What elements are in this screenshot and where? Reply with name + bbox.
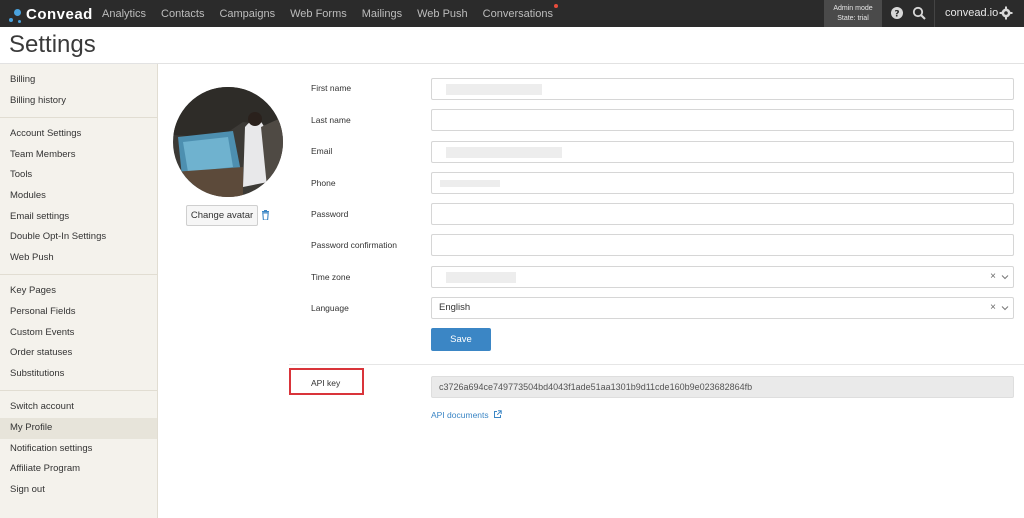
redacted-value (440, 180, 500, 187)
account-site-name[interactable]: convead.io (945, 0, 998, 27)
sidebar-item-web-push[interactable]: Web Push (0, 248, 157, 269)
nav-campaigns[interactable]: Campaigns (219, 8, 275, 20)
api-key-label: API key (311, 378, 341, 388)
sidebar-item-billing-history[interactable]: Billing history (0, 91, 157, 112)
first-name-label: First name (311, 83, 352, 93)
logo-mark-icon (8, 3, 24, 25)
chevron-down-icon[interactable] (1001, 304, 1009, 312)
sidebar-item-personal-fields[interactable]: Personal Fields (0, 302, 157, 323)
email-field[interactable] (431, 141, 1014, 163)
nav-conversations-label: Conversations (482, 7, 553, 20)
phone-field[interactable] (431, 172, 1014, 194)
sidebar-item-notification-settings[interactable]: Notification settings (0, 439, 157, 460)
notification-dot (553, 3, 558, 8)
sidebar-item-team-members[interactable]: Team Members (0, 145, 157, 166)
sidebar-item-tools[interactable]: Tools (0, 165, 157, 186)
redacted-value (446, 84, 542, 95)
sidebar-group-data: Key Pages Personal Fields Custom Events … (0, 275, 157, 392)
sidebar-item-billing[interactable]: Billing (0, 70, 157, 91)
clear-icon[interactable]: × (990, 267, 996, 287)
sidebar-item-key-pages[interactable]: Key Pages (0, 281, 157, 302)
nav-web-forms[interactable]: Web Forms (290, 8, 347, 20)
password-label: Password (311, 209, 349, 219)
time-zone-select[interactable]: × (431, 266, 1014, 288)
api-documents-link[interactable]: API documents (431, 410, 502, 420)
svg-text:?: ? (894, 10, 899, 20)
time-zone-label: Time zone (311, 272, 351, 282)
admin-mode-badge[interactable]: Admin mode State: trial (824, 0, 882, 27)
sidebar-item-substitutions[interactable]: Substitutions (0, 364, 157, 385)
sidebar-item-affiliate-program[interactable]: Affiliate Program (0, 459, 157, 480)
sidebar-item-double-opt-in[interactable]: Double Opt-In Settings (0, 227, 157, 248)
sidebar-item-email-settings[interactable]: Email settings (0, 207, 157, 228)
chevron-down-icon[interactable] (1001, 273, 1009, 281)
nav-analytics[interactable]: Analytics (102, 8, 146, 20)
language-label: Language (311, 303, 349, 313)
avatar (173, 87, 283, 197)
sidebar-item-sign-out[interactable]: Sign out (0, 480, 157, 501)
clear-icon[interactable]: × (990, 298, 996, 318)
logo-text: Convead (26, 5, 93, 23)
change-avatar-button[interactable]: Change avatar (186, 205, 258, 226)
api-key-field[interactable]: c3726a694ce749773504bd4043f1ade51aa1301b… (431, 376, 1014, 398)
section-divider (289, 364, 1024, 365)
nav-web-push[interactable]: Web Push (417, 8, 468, 20)
sidebar-group-account: Account Settings Team Members Tools Modu… (0, 118, 157, 276)
settings-sidebar: Billing Billing history Account Settings… (0, 64, 158, 518)
last-name-label: Last name (311, 115, 351, 125)
nav-conversations[interactable]: Conversations (482, 3, 558, 20)
password-confirmation-field[interactable] (431, 234, 1014, 256)
sidebar-item-custom-events[interactable]: Custom Events (0, 323, 157, 344)
top-navbar: Convead Analytics Contacts Campaigns Web… (0, 0, 1024, 27)
sidebar-group-billing: Billing Billing history (0, 64, 157, 119)
language-select[interactable]: English × (431, 297, 1014, 319)
external-link-icon (494, 410, 502, 418)
password-field[interactable] (431, 203, 1014, 225)
sidebar-item-order-statuses[interactable]: Order statuses (0, 343, 157, 364)
sidebar-group-user: Switch account My Profile Notification s… (0, 391, 157, 506)
sidebar-item-modules[interactable]: Modules (0, 186, 157, 207)
search-icon[interactable] (912, 6, 926, 20)
admin-state-label: State: trial (837, 15, 869, 22)
password-confirmation-label: Password confirmation (311, 240, 397, 250)
page-title: Settings (9, 31, 96, 58)
save-button[interactable]: Save (431, 328, 491, 351)
sidebar-item-switch-account[interactable]: Switch account (0, 397, 157, 418)
first-name-field[interactable] (431, 78, 1014, 100)
nav-contacts[interactable]: Contacts (161, 8, 204, 20)
question-circle-icon[interactable]: ? (890, 6, 904, 20)
main-nav: Analytics Contacts Campaigns Web Forms M… (102, 0, 568, 27)
phone-label: Phone (311, 178, 336, 188)
api-documents-label: API documents (431, 410, 489, 420)
trash-icon[interactable] (261, 210, 270, 220)
convead-logo[interactable]: Convead (8, 3, 93, 25)
gear-icon[interactable] (999, 6, 1013, 20)
nav-mailings[interactable]: Mailings (362, 8, 402, 20)
last-name-field[interactable] (431, 109, 1014, 131)
redacted-value (446, 147, 562, 158)
redacted-value (446, 272, 516, 283)
sidebar-item-my-profile[interactable]: My Profile (0, 417, 157, 439)
language-value: English (439, 302, 471, 313)
divider (934, 0, 935, 27)
email-label: Email (311, 146, 333, 156)
admin-mode-label: Admin mode (833, 5, 873, 12)
sidebar-item-account-settings[interactable]: Account Settings (0, 124, 157, 145)
